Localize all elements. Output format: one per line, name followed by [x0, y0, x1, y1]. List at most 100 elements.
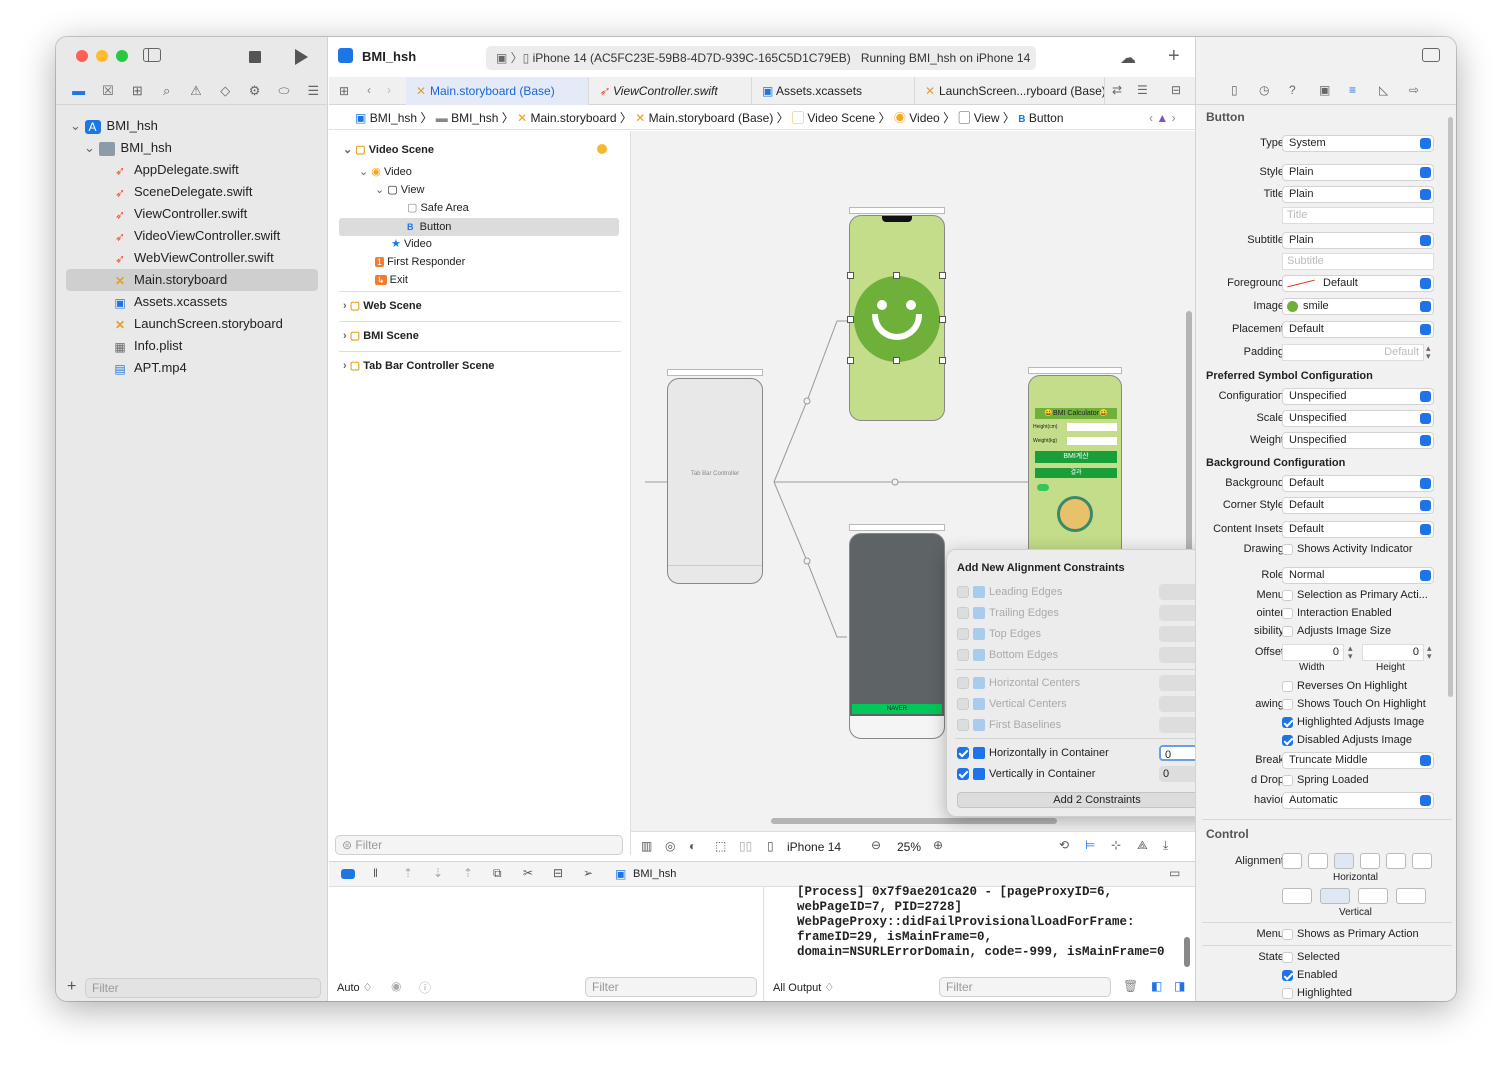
resize-handle[interactable]	[847, 357, 854, 364]
outline-exit[interactable]: ↳ Exit	[375, 271, 408, 289]
variables-scope-select[interactable]: Auto ♢	[337, 981, 373, 994]
resize-handle[interactable]	[893, 272, 900, 279]
connections-inspector-icon[interactable]: ⇨	[1409, 83, 1419, 97]
resize-handle[interactable]	[847, 316, 854, 323]
video-scene[interactable]	[849, 215, 945, 421]
padding-stepper[interactable]: ▴ ▾	[1426, 344, 1431, 361]
align-right-icon[interactable]	[1360, 853, 1380, 869]
subtitle-popup[interactable]: Plain	[1282, 232, 1434, 249]
close-window-button[interactable]	[76, 50, 88, 62]
breakpoint-nav-icon[interactable]: ⬭	[269, 83, 298, 99]
background-popup[interactable]: Default	[1282, 475, 1434, 492]
resize-handle[interactable]	[893, 357, 900, 364]
align-center-selected-icon[interactable]	[1334, 853, 1354, 869]
weight-popup[interactable]: Unspecified	[1282, 432, 1434, 449]
scheme-status-bar[interactable]: ▣ 〉▯ iPhone 14 (AC5FC23E-59B8-4D7D-939C-…	[486, 46, 1036, 70]
checkbox[interactable]	[1282, 774, 1293, 786]
eye-icon[interactable]: ◉	[391, 979, 401, 993]
add-file-icon[interactable]: +	[67, 978, 76, 996]
split-left-icon[interactable]: ◧	[1151, 979, 1162, 993]
breadcrumb-item[interactable]: BMI_hsh	[370, 111, 417, 125]
toggle-inspector-icon[interactable]	[1422, 48, 1440, 62]
offset-width-field[interactable]: 0	[1282, 644, 1344, 661]
environment-icon[interactable]: ⊟	[553, 866, 563, 880]
scene-dock[interactable]	[849, 524, 945, 531]
checkbox[interactable]	[957, 719, 969, 732]
memory-graph-icon[interactable]: ✂	[523, 866, 533, 880]
checkbox-checked[interactable]	[957, 747, 969, 760]
symbol-nav-icon[interactable]: ⊞	[123, 83, 152, 99]
view-debugger-icon[interactable]: ⧉	[493, 866, 502, 881]
role-popup[interactable]: Normal	[1282, 567, 1434, 584]
state-selected-checkbox[interactable]: Selected	[1282, 949, 1340, 965]
offset-height-field[interactable]: 0	[1362, 644, 1424, 661]
list-item[interactable]: ✕ LaunchScreen.storyboard	[66, 313, 318, 335]
state-enabled-checkbox[interactable]: Enabled	[1282, 967, 1337, 983]
title-popup[interactable]: Plain	[1282, 186, 1434, 203]
offset-height-stepper[interactable]: ▴ ▾	[1427, 644, 1432, 661]
list-item[interactable]: ➶ VideoViewController.swift	[66, 225, 318, 247]
outline-safe-area[interactable]: ▢ Safe Area	[407, 199, 469, 217]
checkbox[interactable]	[1282, 589, 1293, 601]
list-item[interactable]: ▤ APT.mp4	[66, 357, 318, 379]
split-right-icon[interactable]: ◨	[1174, 979, 1185, 993]
list-item[interactable]: ✕ Main.storyboard	[66, 269, 318, 291]
step-out-icon[interactable]: ⇡	[463, 866, 473, 880]
shows-primary-action-checkbox[interactable]: Shows as Primary Action	[1282, 926, 1419, 942]
layout-icon[interactable]: ▯▯	[739, 839, 752, 853]
checkbox[interactable]	[1282, 698, 1293, 710]
valign-fill-icon[interactable]	[1396, 888, 1426, 904]
toggle-navigator-icon[interactable]	[143, 48, 161, 62]
tab-assets[interactable]: ▣ Assets.xcassets	[752, 77, 915, 105]
tabbar-controller-scene[interactable]: Tab Bar Controller	[667, 378, 763, 584]
tab-viewcontroller[interactable]: ➶ ViewController.swift	[589, 77, 752, 105]
output-select[interactable]: All Output ♢	[773, 981, 834, 994]
scene-dock[interactable]	[667, 369, 763, 376]
checkbox[interactable]	[1282, 987, 1293, 999]
spring-loaded-checkbox[interactable]: Spring Loaded	[1282, 772, 1369, 788]
run-destination[interactable]: iPhone 14 (AC5FC23E-59B8-4D7D-939C-165C5…	[533, 51, 851, 65]
align-left-icon[interactable]	[1282, 853, 1302, 869]
valign-bottom-icon[interactable]	[1358, 888, 1388, 904]
zoom-level[interactable]: 25%	[897, 840, 921, 854]
find-nav-icon[interactable]: ⌕	[152, 83, 181, 99]
variables-filter-input[interactable]: Filter	[585, 977, 757, 997]
breadcrumb-item[interactable]: Main.storyboard (Base)	[649, 111, 774, 125]
stop-icon[interactable]	[249, 51, 261, 63]
navigator-filter-input[interactable]: Filter	[85, 978, 321, 998]
bmi-calc-button[interactable]: BMI계산	[1035, 451, 1117, 463]
zoom-in-icon[interactable]: ⊕	[933, 838, 943, 852]
checkbox[interactable]	[957, 628, 969, 641]
update-frames-icon[interactable]: ⟲	[1059, 838, 1069, 852]
back-icon[interactable]: ‹	[367, 83, 371, 97]
editor-options-icon[interactable]: ☰	[1137, 83, 1148, 97]
step-over-icon[interactable]: ⇡	[403, 866, 413, 880]
weight-field[interactable]	[1067, 437, 1117, 445]
resolve-issues-icon[interactable]: ⟁	[1137, 838, 1148, 853]
zoom-out-icon[interactable]: ⊖	[871, 838, 881, 852]
highlighted-adjusts-checkbox[interactable]: Highlighted Adjusts Image	[1282, 714, 1424, 730]
resize-handle[interactable]	[939, 316, 946, 323]
debug-target[interactable]: BMI_hsh	[633, 868, 676, 880]
console-scrollbar[interactable]	[1184, 937, 1190, 967]
zoom-window-button[interactable]	[116, 50, 128, 62]
offset-width-stepper[interactable]: ▴ ▾	[1348, 644, 1353, 661]
checkbox[interactable]	[1282, 625, 1293, 637]
bmi-scene[interactable]: 😀BMI Calculator😀 Height(cm) Weight(kg) B…	[1028, 375, 1122, 575]
checkbox-checked[interactable]	[1282, 716, 1293, 728]
primary-action-checkbox[interactable]: Selection as Primary Acti...	[1282, 587, 1428, 603]
scene-dock[interactable]	[1028, 367, 1122, 374]
list-item[interactable]: ▣ Assets.xcassets	[66, 291, 318, 313]
outline-video-controller[interactable]: ⌄ ◉ Video	[359, 163, 412, 181]
location-icon[interactable]: ➢	[583, 866, 593, 880]
tab-launchscreen[interactable]: ✕ LaunchScreen...ryboard (Base)	[915, 77, 1105, 105]
warning-dot-icon[interactable]	[597, 144, 607, 154]
issue-nav-prev-icon[interactable]: ‹ ▲ ›	[1149, 106, 1176, 130]
inspector-scrollbar[interactable]	[1448, 117, 1453, 697]
list-item[interactable]: ⌄ BMI_hsh	[66, 137, 318, 159]
checkbox[interactable]	[957, 649, 969, 662]
placement-popup[interactable]: Default	[1282, 321, 1434, 338]
toggle-switch[interactable]	[1037, 484, 1049, 491]
valign-top-icon[interactable]	[1282, 888, 1312, 904]
height-field[interactable]	[1067, 423, 1117, 431]
